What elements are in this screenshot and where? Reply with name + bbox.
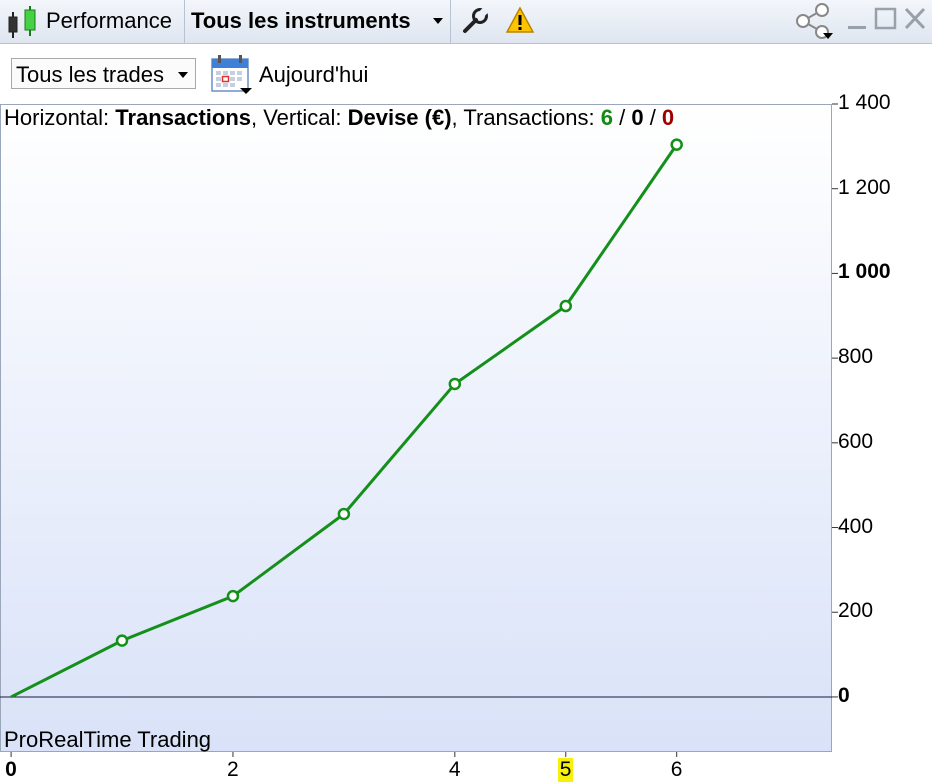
candlestick-icon[interactable] — [3, 2, 43, 42]
share-icon[interactable] — [794, 2, 838, 42]
wrench-icon[interactable] — [460, 6, 490, 36]
vertical-prefix: , Vertical: — [251, 105, 348, 130]
horizontal-prefix: Horizontal: — [4, 105, 116, 130]
minimize-icon[interactable] — [846, 6, 870, 36]
calendar-icon[interactable] — [209, 54, 255, 96]
winning-count: 6 — [600, 105, 613, 130]
title-bar: Performance Tous les instruments — [0, 0, 932, 44]
trades-filter-label: Tous les trades — [16, 62, 164, 87]
warning-icon[interactable] — [505, 6, 535, 36]
horizontal-value: Transactions — [115, 105, 251, 130]
chevron-down-icon[interactable] — [433, 18, 443, 24]
losing-count: 0 — [661, 105, 675, 130]
trades-filter-dropdown[interactable]: Tous les trades — [11, 58, 196, 89]
y-tick-label: 1 200 — [838, 175, 891, 199]
y-tick-label: 200 — [838, 599, 874, 623]
separator: / — [643, 105, 662, 130]
transactions-prefix: , Transactions: — [451, 105, 601, 130]
x-tick-label: 4 — [448, 758, 461, 781]
chart-header: Horizontal: Transactions, Vertical: Devi… — [4, 105, 674, 131]
x-tick-label: 0 — [5, 758, 17, 781]
y-tick-label: 0 — [838, 683, 850, 707]
titlebar-separator — [450, 0, 451, 44]
x-axis-panel — [0, 752, 932, 781]
y-tick-label: 1 000 — [838, 260, 891, 284]
watermark: ProRealTime Trading — [4, 727, 212, 752]
x-tick-label: 6 — [670, 758, 683, 781]
y-tick-label: 1 400 — [838, 91, 891, 114]
maximize-icon[interactable] — [874, 6, 898, 36]
titlebar-separator — [184, 0, 185, 44]
neutral-count: 0 — [631, 105, 644, 130]
separator: / — [612, 105, 632, 130]
y-tick-label: 600 — [838, 429, 874, 453]
chevron-down-icon — [178, 72, 188, 78]
vertical-value: Devise (€) — [347, 105, 452, 130]
y-tick-label: 800 — [838, 345, 874, 369]
performance-tab[interactable]: Performance — [46, 8, 172, 34]
y-tick-label: 400 — [838, 514, 874, 538]
date-label[interactable]: Aujourd'hui — [259, 62, 368, 88]
chart-plot-area[interactable] — [0, 104, 832, 752]
x-tick-label: 5 — [557, 758, 574, 782]
close-icon[interactable] — [903, 6, 927, 36]
x-tick-label: 2 — [226, 758, 239, 781]
y-axis-panel — [832, 104, 932, 752]
instruments-dropdown[interactable]: Tous les instruments — [191, 8, 411, 34]
